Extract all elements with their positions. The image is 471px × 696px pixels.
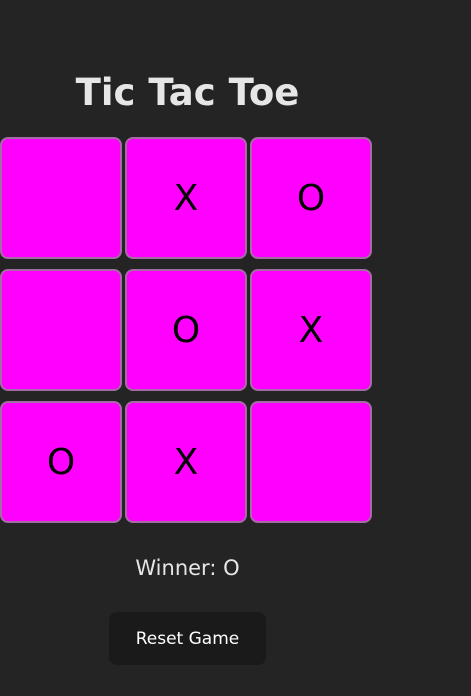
board-cell[interactable]: O (0, 401, 122, 523)
winner-status: Winner: O (135, 556, 240, 580)
board-cell[interactable]: X (125, 137, 247, 259)
board-cell[interactable] (0, 269, 122, 391)
game-board: X O O X O X (0, 137, 375, 525)
board-cell[interactable]: O (125, 269, 247, 391)
page-title: Tic Tac Toe (75, 71, 300, 114)
board-cell[interactable]: O (250, 137, 372, 259)
board-cell[interactable] (0, 137, 122, 259)
board-cell[interactable]: X (250, 269, 372, 391)
reset-game-button[interactable]: Reset Game (109, 612, 266, 665)
board-cell[interactable] (250, 401, 372, 523)
board-cell[interactable]: X (125, 401, 247, 523)
